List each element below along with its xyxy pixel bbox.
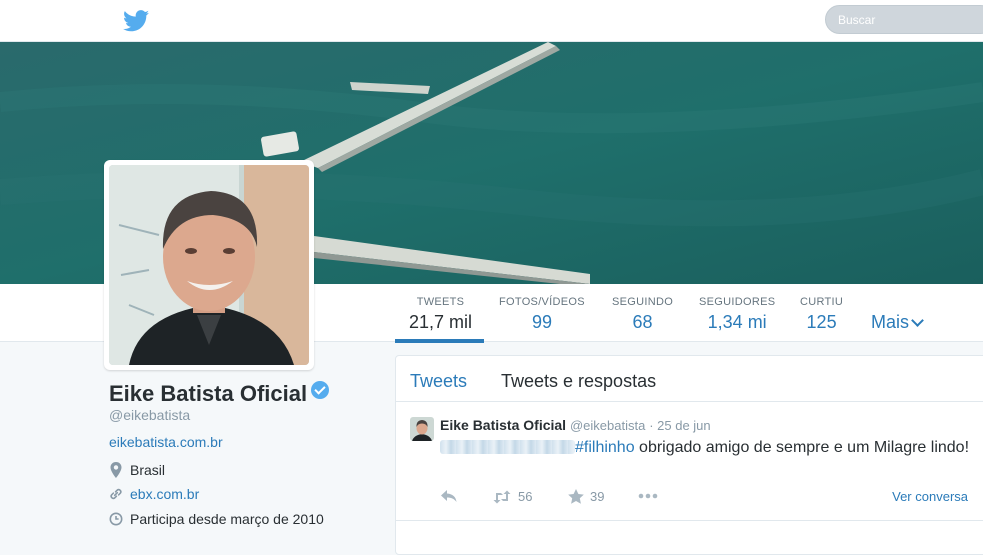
chevron-down-icon	[911, 314, 924, 327]
location-pin-icon	[110, 462, 122, 478]
profile-handle: @eikebatista	[109, 407, 191, 423]
profile-avatar[interactable]	[104, 160, 314, 370]
tweet-body: obrigado amigo de sempre e um Milagre li…	[634, 439, 970, 456]
reply-icon	[441, 490, 457, 502]
view-conversation-link[interactable]: Ver conversa	[892, 489, 968, 504]
stat-value: 1,34 mi	[707, 312, 767, 332]
tweet-date[interactable]: · 25 de jun	[649, 418, 710, 433]
tweet-author[interactable]: Eike Batista Oficial	[440, 417, 566, 433]
avatar-image	[109, 165, 309, 365]
stat-photos-videos[interactable]: FOTOS/VÍDEOS 99	[499, 296, 585, 333]
blurred-mentions	[440, 440, 575, 454]
stat-label: TWEETS	[416, 296, 465, 308]
ellipsis-icon	[638, 493, 658, 499]
location-text: Brasil	[130, 462, 166, 478]
stat-label: CURTIU	[800, 296, 844, 308]
stat-label: SEGUINDO	[612, 296, 674, 308]
link-icon	[110, 488, 122, 500]
tweet-header: Eike Batista Oficial @eikebatista · 25 d…	[440, 417, 711, 433]
stat-followers[interactable]: SEGUIDORES 1,34 mi	[699, 296, 775, 333]
stat-value: 21,7 mil	[409, 312, 473, 332]
stat-label: FOTOS/VÍDEOS	[499, 296, 585, 308]
reply-button[interactable]	[440, 489, 464, 503]
more-label: Mais	[871, 312, 910, 332]
website-link[interactable]: ebx.com.br	[130, 486, 199, 502]
clock-icon	[109, 512, 123, 526]
more-actions-button[interactable]	[638, 493, 664, 499]
profile-name-text: Eike Batista Oficial	[109, 381, 308, 406]
stat-value: 68	[632, 312, 653, 332]
star-icon	[568, 489, 584, 504]
stat-value: 125	[806, 312, 837, 332]
like-button[interactable]: 39	[568, 489, 604, 504]
retweet-count: 56	[518, 489, 533, 504]
like-count: 39	[590, 489, 605, 504]
retweet-button[interactable]: 56	[492, 489, 532, 504]
tweet-item[interactable]: Eike Batista Oficial @eikebatista · 25 d…	[396, 403, 983, 521]
stat-tweets[interactable]: TWEETS 21,7 mil	[409, 296, 472, 333]
verified-badge-icon	[311, 381, 330, 399]
stat-following[interactable]: SEGUINDO 68	[612, 296, 673, 333]
tweet-avatar-image	[410, 417, 434, 441]
tab-tweets-and-replies[interactable]: Tweets e respostas	[501, 371, 656, 392]
tweet-actions: 56 39 Ver conversa	[440, 489, 980, 509]
retweet-icon	[493, 490, 511, 503]
joined-text: Participa desde março de 2010	[130, 511, 324, 527]
active-tab-indicator	[395, 339, 484, 343]
twitter-bird-icon[interactable]	[123, 10, 149, 32]
stat-value: 99	[531, 312, 552, 332]
profile-website: ebx.com.br	[109, 486, 199, 502]
tweet-hashtag[interactable]: #filhinho	[575, 439, 635, 456]
profile-joined: Participa desde março de 2010	[109, 511, 324, 527]
timeline-tabs: Tweets Tweets e respostas	[396, 356, 983, 402]
stat-likes[interactable]: CURTIU 125	[800, 296, 843, 333]
tweet-avatar[interactable]	[410, 417, 434, 441]
tweet-handle[interactable]: @eikebatista	[570, 418, 645, 433]
timeline: Tweets Tweets e respostas Eike Batista O…	[395, 355, 983, 555]
profile-bio-link[interactable]: eikebatista.com.br	[109, 434, 223, 450]
tweet-text: #filhinho obrigado amigo de sempre e um …	[440, 437, 980, 459]
search-input[interactable]	[825, 5, 983, 34]
more-dropdown[interactable]: Mais	[871, 312, 924, 333]
top-bar	[0, 0, 983, 42]
stat-label: SEGUIDORES	[699, 296, 776, 308]
profile-location: Brasil	[109, 462, 165, 478]
profile-name: Eike Batista Oficial	[109, 381, 330, 407]
tab-tweets[interactable]: Tweets	[410, 371, 467, 392]
